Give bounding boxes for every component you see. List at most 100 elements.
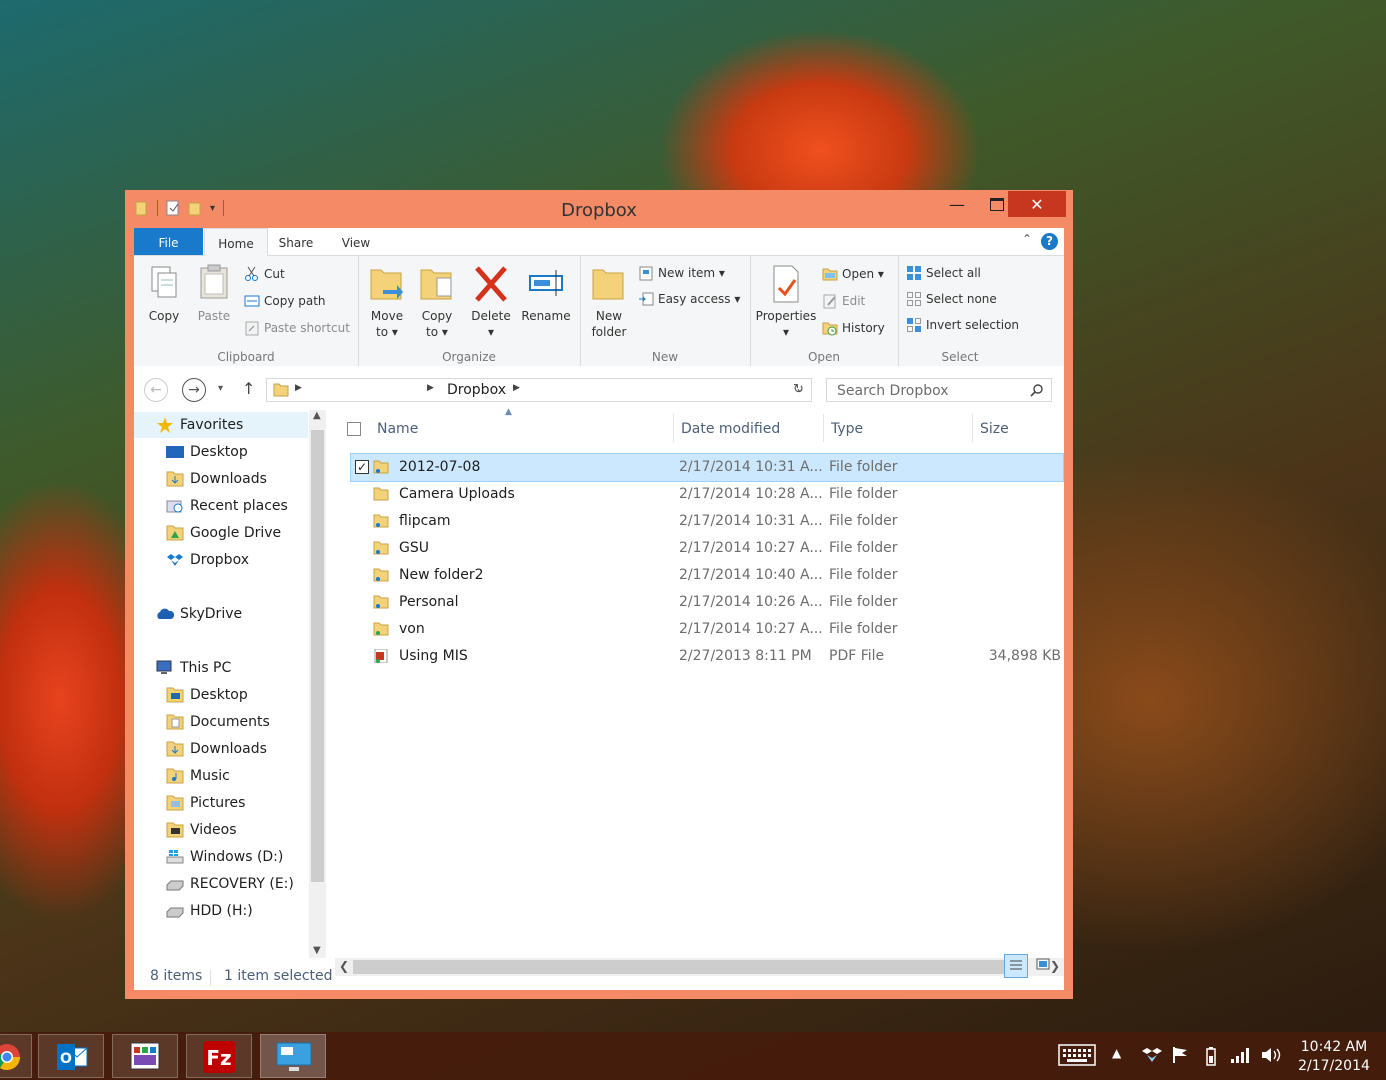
new-item-button[interactable]: New item ▾: [638, 263, 725, 283]
invert-selection-button[interactable]: Invert selection: [906, 315, 1019, 335]
chevron-right-icon[interactable]: ▶: [295, 383, 302, 393]
nav-pc-desktop[interactable]: Desktop: [166, 682, 248, 708]
column-divider[interactable]: [673, 414, 674, 442]
search-input[interactable]: [835, 382, 1019, 400]
nav-pc-pictures[interactable]: Pictures: [166, 790, 245, 816]
nav-pc-hdd-drive[interactable]: HDD (H:): [166, 898, 253, 924]
chevron-right-icon[interactable]: ▶: [513, 383, 520, 393]
row-checkbox-checked[interactable]: ✓: [355, 460, 369, 474]
hard-drive-icon: [166, 903, 184, 919]
scroll-up-arrow[interactable]: ▲: [313, 410, 321, 421]
file-row[interactable]: flipcam 2/17/2014 10:31 A... File folder: [351, 508, 1063, 535]
recent-locations-icon[interactable]: ▾: [218, 383, 223, 394]
file-row[interactable]: Using MIS 2/27/2013 8:11 PM PDF File 34,…: [351, 643, 1063, 670]
column-divider[interactable]: [823, 414, 824, 442]
search-icon[interactable]: [1030, 384, 1043, 397]
taskbar-outlook[interactable]: O: [38, 1034, 104, 1078]
nav-pc-downloads[interactable]: Downloads: [166, 736, 267, 762]
tab-file[interactable]: File: [134, 228, 203, 255]
dropbox-tray-icon[interactable]: [1142, 1046, 1162, 1068]
nav-this-pc[interactable]: This PC: [156, 655, 231, 681]
delete-button[interactable]: Delete ▾: [468, 264, 514, 340]
open-button[interactable]: Open ▾: [822, 264, 884, 284]
nav-skydrive[interactable]: SkyDrive: [156, 601, 242, 627]
copy-path-button[interactable]: Copy path: [244, 291, 326, 311]
history-button[interactable]: History: [822, 318, 885, 338]
details-view-button[interactable]: [1004, 954, 1028, 978]
nav-pc-windows-drive[interactable]: Windows (D:): [166, 844, 283, 870]
show-hidden-icons-chevron-up-icon[interactable]: ▲: [1112, 1046, 1121, 1060]
nav-favorites[interactable]: Favorites: [134, 412, 308, 438]
file-row[interactable]: New folder2 2/17/2014 10:40 A... File fo…: [351, 562, 1063, 589]
column-divider[interactable]: [972, 414, 973, 442]
battery-icon[interactable]: [1202, 1046, 1220, 1070]
refresh-button[interactable]: ↻: [786, 378, 812, 402]
nav-pc-music[interactable]: Music: [166, 763, 230, 789]
select-none-button[interactable]: Select none: [906, 289, 997, 309]
scroll-down-arrow[interactable]: ▼: [313, 945, 321, 956]
back-button[interactable]: ←: [144, 378, 168, 402]
file-date: 2/17/2014 10:31 A...: [679, 459, 823, 475]
nav-fav-google-drive[interactable]: Google Drive: [166, 520, 281, 546]
file-row[interactable]: Camera Uploads 2/17/2014 10:28 A... File…: [351, 481, 1063, 508]
column-header-date-modified[interactable]: Date modified: [681, 410, 780, 446]
taskbar-file-explorer[interactable]: [260, 1034, 326, 1078]
nav-pc-recovery-drive[interactable]: RECOVERY (E:): [166, 871, 294, 897]
file-row-selected[interactable]: ✓ 2012-07-08 2/17/2014 10:31 A... File f…: [350, 453, 1064, 482]
column-header-size[interactable]: Size: [980, 410, 1009, 446]
nav-pc-videos[interactable]: Videos: [166, 817, 237, 843]
select-all-checkbox[interactable]: [347, 422, 361, 436]
scrollbar-thumb[interactable]: [311, 430, 324, 882]
copy-button[interactable]: Copy: [144, 264, 184, 324]
column-header-name[interactable]: Name: [377, 410, 418, 446]
tab-share[interactable]: Share: [268, 228, 324, 255]
nav-pc-documents[interactable]: Documents: [166, 709, 270, 735]
cut-button[interactable]: Cut: [244, 264, 285, 284]
move-to-button[interactable]: Move to ▾: [364, 264, 410, 340]
action-center-flag-icon[interactable]: [1172, 1046, 1190, 1068]
breadcrumb-dropbox[interactable]: Dropbox: [447, 382, 506, 398]
properties-button[interactable]: Properties ▾: [754, 264, 818, 340]
new-folder-button[interactable]: New folder: [586, 264, 632, 340]
history-label: History: [842, 321, 885, 335]
paste-shortcut-button[interactable]: Paste shortcut: [244, 318, 350, 338]
tab-home[interactable]: Home: [204, 228, 268, 257]
nav-fav-downloads[interactable]: Downloads: [166, 466, 267, 492]
address-bar[interactable]: ▶ ▶ Dropbox ▶ ⌄: [266, 378, 812, 402]
signal-strength-icon[interactable]: [1230, 1046, 1250, 1068]
file-name: Using MIS: [399, 648, 468, 664]
taskbar-paint-app[interactable]: [112, 1034, 178, 1078]
touch-keyboard-icon[interactable]: [1058, 1044, 1096, 1070]
select-group-label: Select: [941, 350, 979, 364]
close-button[interactable]: ✕: [1008, 191, 1066, 217]
up-arrow-icon[interactable]: ↑: [242, 379, 255, 398]
nav-fav-recent-places[interactable]: Recent places: [166, 493, 288, 519]
file-row[interactable]: GSU 2/17/2014 10:27 A... File folder: [351, 535, 1063, 562]
system-clock[interactable]: 10:42 AM 2/17/2014: [1288, 1038, 1380, 1076]
paste-button[interactable]: Paste: [194, 264, 234, 324]
nav-fav-desktop[interactable]: Desktop: [166, 439, 248, 465]
minimize-button[interactable]: —: [937, 191, 977, 217]
nav-fav-dropbox[interactable]: Dropbox: [166, 547, 249, 573]
file-row[interactable]: Personal 2/17/2014 10:26 A... File folde…: [351, 589, 1063, 616]
tab-view[interactable]: View: [328, 228, 384, 255]
nav-item-label: Google Drive: [190, 525, 282, 541]
select-all-button[interactable]: Select all: [906, 263, 981, 283]
chevron-right-icon[interactable]: ▶: [427, 383, 434, 393]
column-header-type[interactable]: Type: [831, 410, 863, 446]
large-icons-view-button[interactable]: [1032, 954, 1056, 978]
rename-button[interactable]: Rename: [518, 264, 574, 324]
easy-access-button[interactable]: Easy access ▾: [638, 289, 740, 309]
title-bar[interactable]: ▾ Dropbox — ✕: [125, 190, 1073, 228]
taskbar-filezilla[interactable]: Fz: [186, 1034, 252, 1078]
nav-item-label: Downloads: [190, 741, 267, 757]
volume-icon[interactable]: [1260, 1046, 1282, 1068]
edit-button[interactable]: Edit: [822, 291, 865, 311]
copy-to-button[interactable]: Copy to ▾: [414, 264, 460, 340]
collapse-ribbon-icon[interactable]: ⌃: [1022, 232, 1032, 246]
taskbar-chrome[interactable]: [0, 1034, 32, 1078]
navigation-pane-scrollbar[interactable]: ▲ ▼: [309, 410, 326, 958]
file-row[interactable]: von 2/17/2014 10:27 A... File folder: [351, 616, 1063, 643]
help-icon[interactable]: ?: [1041, 233, 1058, 250]
forward-button[interactable]: →: [182, 378, 206, 402]
